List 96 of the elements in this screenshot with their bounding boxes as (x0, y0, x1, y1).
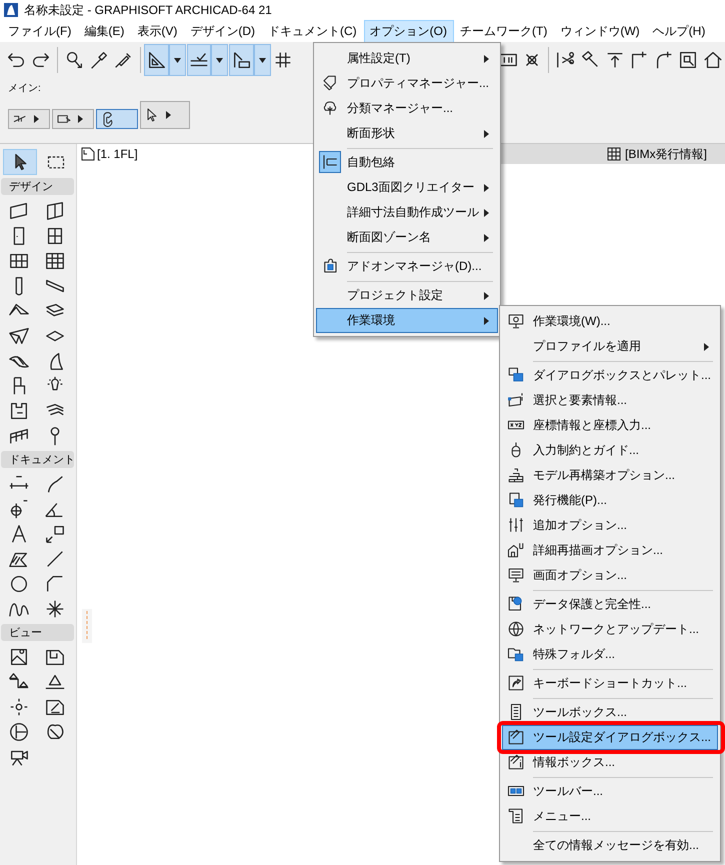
menu-item[interactable]: 入力制約とガイド... (502, 438, 718, 463)
menu-item[interactable]: GDL3面図クリエイター (316, 175, 498, 200)
menu-item[interactable]: 画面オプション... (502, 563, 718, 588)
menu-item[interactable]: メニュー... (502, 804, 718, 829)
tag-icon (321, 74, 339, 92)
info-box-button[interactable] (52, 109, 94, 129)
menu-item[interactable]: データ保護と完全性... (502, 588, 718, 617)
menu-item[interactable]: 特殊フォルダ... (502, 642, 718, 667)
window-title: 名称未設定 - GRAPHISOFT ARCHICAD-64 21 (24, 2, 272, 18)
grid-icon (606, 147, 621, 161)
menu-item[interactable]: 作業環境 (316, 308, 498, 333)
splitter-handle[interactable] (82, 609, 92, 643)
bricks-icon (507, 466, 525, 484)
menu-item[interactable]: ツールバー... (502, 775, 718, 804)
submenu-arrow-icon (484, 234, 489, 242)
tree-icon (321, 99, 339, 117)
info-box-button[interactable] (8, 109, 50, 129)
menu-item[interactable]: 詳細再描画オプション... (502, 538, 718, 563)
menu-item[interactable]: 断面形状 (316, 121, 498, 146)
menu-item[interactable]: ネットワークとアップデート... (502, 617, 718, 642)
submenu-arrow-icon (704, 342, 709, 350)
toolbar-button[interactable] (186, 44, 212, 76)
menu-title[interactable]: オプション(O) (364, 20, 454, 42)
menu-title[interactable]: ウィンドウ(W) (554, 20, 647, 42)
dropdown-button[interactable] (211, 44, 228, 76)
puzzle-icon (321, 257, 339, 275)
caret-icon (174, 58, 181, 62)
menu-item[interactable]: 断面図ゾーン名 (316, 225, 498, 250)
submenu-arrow-icon (484, 54, 489, 62)
selection-info-icon (507, 391, 525, 409)
submenu-arrow-icon (484, 184, 489, 192)
submenu-arrow-icon (78, 115, 83, 123)
menu-item[interactable]: 発行機能(P)... (502, 488, 718, 513)
menu-item[interactable]: ツールボックス... (502, 696, 718, 725)
sliders-icon (507, 516, 525, 534)
menu-title[interactable]: 表示(V) (131, 20, 184, 42)
toolbox-tool[interactable] (3, 149, 37, 175)
windows-icon (507, 366, 525, 384)
toolbox-section-header[interactable]: デザイン (1, 178, 74, 195)
menu-title[interactable]: チームワーク(T) (454, 20, 554, 42)
menu-title[interactable]: 編集(E) (78, 20, 132, 42)
submenu-arrow-icon (484, 316, 489, 324)
menu-item[interactable]: 座標情報と座標入力... (502, 413, 718, 438)
publish-icon (507, 491, 525, 509)
house-redraw-icon (507, 541, 525, 559)
app-logo-icon (4, 3, 18, 17)
submenu-arrow-icon (484, 208, 489, 216)
detail-icon (8, 720, 30, 742)
menu-item[interactable]: 作業環境(W)... (502, 309, 718, 334)
menu-title[interactable]: デザイン(D) (184, 20, 262, 42)
menu-title[interactable]: ヘルプ(H) (646, 20, 712, 42)
dropdown-button[interactable] (168, 44, 186, 76)
menu-title[interactable]: ファイル(F) (2, 20, 78, 42)
tool-settings-icon (507, 728, 525, 746)
house-icon (702, 49, 724, 71)
globe-icon (507, 620, 525, 638)
menu-item[interactable]: ダイアログボックスとパレット... (502, 359, 718, 388)
curtain-wall-icon (44, 200, 66, 222)
display-icon (507, 566, 525, 584)
menu-item[interactable]: 詳細寸法自動作成ツール (316, 200, 498, 225)
info-box-button[interactable] (140, 101, 190, 129)
toolbar-button[interactable] (229, 44, 254, 76)
folder-icon (507, 645, 525, 663)
menu-item[interactable]: 選択と要素情報... (502, 388, 718, 413)
menu-item[interactable]: プロファイルを適用 (502, 334, 718, 359)
menu-item[interactable]: 全ての情報メッセージを有効... (502, 829, 718, 858)
submenu-arrow-icon (484, 292, 489, 300)
info-box-icon (507, 753, 525, 771)
toolbar-button[interactable] (144, 44, 169, 76)
menu-item[interactable]: プロジェクト設定 (316, 279, 498, 308)
menu-item[interactable]: 情報ボックス... (502, 750, 718, 775)
menu-item[interactable]: キーボードショートカット... (502, 667, 718, 696)
monitor-gear-icon (507, 312, 525, 330)
menu-title[interactable]: ドキュメント(C) (262, 20, 364, 42)
view-tab[interactable]: [1. 1FL] (81, 147, 138, 161)
menu-item[interactable]: 分類マネージャー... (316, 96, 498, 121)
submenu-arrow-icon (34, 115, 39, 123)
dropdown-button[interactable] (254, 44, 271, 76)
menu-item[interactable]: 追加オプション... (502, 513, 718, 538)
wall-join-icon (321, 153, 339, 171)
menu-item[interactable]: 属性設定(T) (316, 46, 498, 71)
caret-icon (258, 58, 266, 62)
info-box-label: メイン: (8, 82, 41, 95)
submenu-arrow-icon (166, 111, 171, 119)
menu-list-icon (507, 807, 525, 825)
shortcut-icon (507, 674, 525, 692)
menu-item[interactable]: モデル再構築オプション... (502, 463, 718, 488)
caret-icon (216, 58, 224, 62)
floor-plan-icon (81, 147, 95, 161)
submenu-arrow-icon (484, 130, 489, 138)
menu-item[interactable]: アドオンマネージャ(D)... (316, 250, 498, 279)
level-dimension-icon (8, 498, 30, 520)
info-box-button[interactable] (96, 109, 138, 129)
menu-item[interactable]: プロパティマネージャー... (316, 71, 498, 96)
toolbox-section-header[interactable]: ドキュメント (1, 451, 74, 468)
toolbox-section-header[interactable]: ビュー (1, 624, 74, 641)
